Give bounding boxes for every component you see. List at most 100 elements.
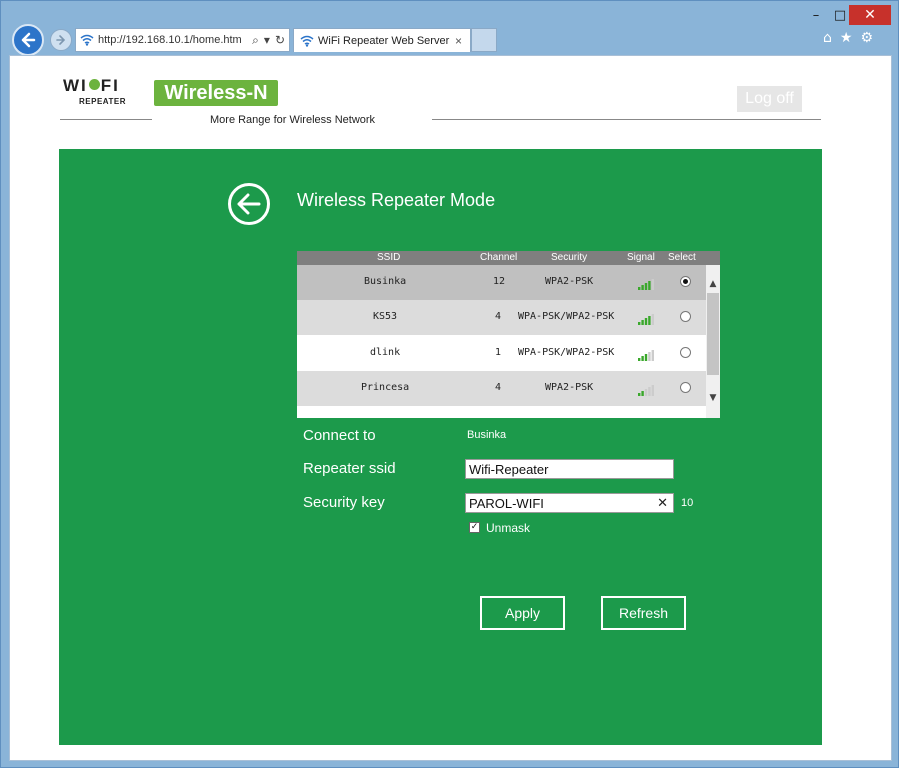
header-divider-left [60,119,152,120]
signal-bar [648,387,651,396]
signal-bar [638,358,641,361]
address-bar[interactable]: http://192.168.10.1/home.htm ⌕ ▾ ↻ [75,28,290,52]
logo-dot-icon [88,79,100,90]
ssid-cell: Princesa [361,382,410,393]
minimize-button[interactable]: – [805,5,827,25]
clear-icon[interactable]: ✕ [657,495,668,511]
scroll-up-icon[interactable]: ▲ [708,279,718,289]
signal-bar [644,318,648,325]
network-table-body: SSID Channel Security Signal Select Busi… [297,251,720,418]
back-arrow-icon [21,32,36,48]
signal-bar [641,356,644,361]
tagline: More Range for Wireless Network [210,114,376,126]
connect-to-value: Businka [467,429,507,441]
main-panel [59,149,822,745]
signal-bar [638,393,641,396]
ssid-cell: Businka [364,276,407,287]
refresh-button[interactable]: Refresh [601,596,686,630]
security-cell: WPA2-PSK [545,276,594,287]
chevron-down-icon[interactable]: ▾ [264,33,270,48]
table-row[interactable]: KS53 4 WPA-PSK/WPA2-PSK [297,300,706,335]
signal-bar [644,283,648,290]
table-row[interactable]: Princesa 4 WPA2-PSK [297,371,706,406]
table-header: SSID Channel Security Signal Select [297,251,720,265]
signal-bar [644,389,648,396]
channel-cell: 4 [495,382,502,393]
back-button[interactable] [12,24,44,56]
wifi-logo: WI FI [63,76,120,95]
back-circle-button[interactable] [228,183,270,225]
security-key-label: Security key [303,494,385,511]
signal-bar [641,285,644,290]
connect-to-label: Connect to [303,427,376,444]
col-channel: Channel [480,252,518,263]
favorites-icon[interactable]: ★ [840,30,853,46]
key-length-counter: 10 [681,497,694,509]
repeater-ssid-input[interactable]: Wifi-Repeater [465,459,674,479]
signal-bar [651,385,654,396]
signal-bar [648,281,651,290]
col-security: Security [551,252,588,263]
select-radio[interactable] [680,382,691,393]
scroll-thumb[interactable] [707,293,719,375]
address-tools: ⌕ ▾ ↻ [252,33,289,48]
browser-tab[interactable]: WiFi Repeater Web Server × [293,28,471,52]
signal-icon [638,385,654,396]
search-icon[interactable]: ⌕ [252,33,259,48]
signal-bar [651,350,654,361]
unmask-label: Unmask [486,521,531,535]
ssid-cell: dlink [370,347,401,358]
refresh-icon[interactable]: ↻ [275,33,285,48]
logo-subtitle: REPEATER [79,97,126,106]
wireless-n-badge: Wireless-N [154,80,278,106]
col-ssid: SSID [377,252,401,263]
scroll-down-icon[interactable]: ▼ [708,393,718,403]
col-select: Select [668,252,696,263]
address-text[interactable]: http://192.168.10.1/home.htm [98,34,242,46]
logoff-button[interactable]: Log off [737,86,802,112]
security-key-input[interactable]: PAROL-WIFI ✕ [465,493,674,513]
channel-cell: 1 [495,347,502,358]
home-icon[interactable]: ⌂ [823,30,832,46]
security-cell: WPA-PSK/WPA2-PSK [518,347,615,358]
table-scrollbar[interactable]: ▲ ▼ [706,265,720,418]
apply-button[interactable]: Apply [480,596,565,630]
signal-icon [638,314,654,325]
signal-bar [644,354,648,361]
wifi-favicon-icon [80,34,94,46]
col-signal: Signal [627,252,655,263]
close-tab-icon[interactable]: × [455,34,462,48]
select-radio[interactable] [680,311,691,322]
security-key-value[interactable]: PAROL-WIFI [469,496,544,511]
header-divider-right [432,119,821,120]
signal-bar [641,320,644,325]
table-row[interactable]: dlink 1 WPA-PSK/WPA2-PSK [297,336,706,371]
new-tab-button[interactable] [471,28,497,52]
select-radio[interactable] [680,276,691,287]
tab-title: WiFi Repeater Web Server [318,34,450,47]
security-cell: WPA-PSK/WPA2-PSK [518,311,615,322]
select-radio[interactable] [680,347,691,358]
signal-bar [648,352,651,361]
signal-bar [651,279,654,290]
channel-cell: 4 [495,311,502,322]
signal-bar [638,322,641,325]
forward-button[interactable] [50,29,72,51]
close-window-button[interactable]: ✕ [849,5,891,25]
signal-bar [648,316,651,325]
signal-bar [651,314,654,325]
browser-tools: ⌂ ★ ⚙ [823,30,873,46]
channel-cell: 12 [493,276,506,287]
forward-arrow-icon [56,35,66,45]
ssid-cell: KS53 [373,311,398,322]
table-row[interactable]: Businka 12 WPA2-PSK [297,265,706,300]
back-arrow-icon [237,193,261,215]
table-row-empty [297,407,706,418]
unmask-checkbox[interactable]: ✓ [469,522,480,533]
signal-icon [638,350,654,361]
page-title: Wireless Repeater Mode [297,190,496,210]
settings-icon[interactable]: ⚙ [860,30,873,46]
signal-bar [641,391,644,396]
maximize-button[interactable]: □ [829,5,851,25]
signal-bar [638,287,641,290]
